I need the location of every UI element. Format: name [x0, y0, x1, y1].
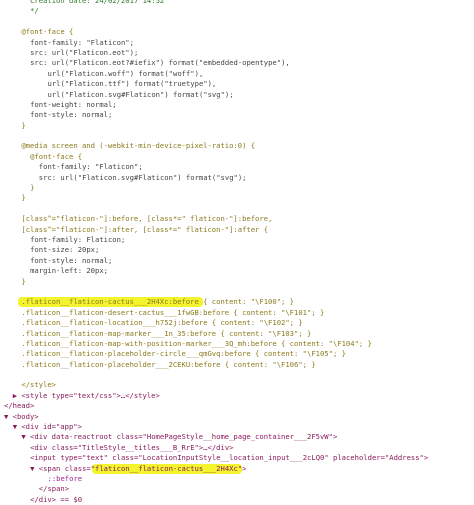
devtools-elements-source: Creation date: 24/02/2017 14:52 */ @font-f…: [0, 0, 474, 505]
code-line[interactable]: font-family: "Flaticon";: [0, 162, 474, 172]
code-line[interactable]: font-family: Flaticon;: [0, 235, 474, 245]
code-line[interactable]: </span>: [0, 484, 474, 494]
code-line[interactable]: [0, 17, 474, 27]
code-line[interactable]: ▼ <div data-reactroot class="HomePageSty…: [0, 432, 474, 442]
code-line-text: */: [30, 6, 39, 16]
code-line[interactable]: font-style: normal;: [0, 256, 474, 266]
code-line[interactable]: [class^="flaticon-"]:before, [class*=" f…: [0, 214, 474, 224]
code-line[interactable]: src: url("Flaticon.eot?#iefix") format("…: [0, 58, 474, 68]
code-line[interactable]: </head>: [0, 401, 474, 411]
code-line[interactable]: .flaticon__flaticon-placeholder___2CEKU:…: [0, 360, 474, 370]
code-line[interactable]: [0, 204, 474, 214]
code-line-text: </style>: [21, 380, 57, 390]
code-line-text: .flaticon__flaticon-placeholder___2CEKU:…: [21, 359, 316, 369]
code-line[interactable]: ::before: [0, 474, 474, 484]
code-line[interactable]: font-weight: normal;: [0, 100, 474, 110]
code-line-text: font-family: "Flaticon";: [30, 37, 134, 47]
code-line[interactable]: @media screen and (-webkit-min-device-pi…: [0, 141, 474, 151]
code-line[interactable]: }: [0, 183, 474, 193]
code-line[interactable]: [0, 287, 474, 297]
code-line-text: .flaticon__flaticon-cactus___2H4Xc:befor…: [21, 297, 295, 307]
code-line-text: ▼ <body>: [4, 411, 39, 421]
code-line[interactable]: }: [0, 193, 474, 203]
code-line[interactable]: @font-face {: [0, 152, 474, 162]
code-line-text: url("Flaticon.ttf") format("truetype"),: [47, 79, 217, 89]
code-line[interactable]: .flaticon__flaticon-map-marker___1n_35:b…: [0, 329, 474, 339]
code-line[interactable]: [class^="flaticon-"]:after, [class*=" fl…: [0, 225, 474, 235]
code-line[interactable]: <input type="text" class="LocationInputS…: [0, 453, 474, 463]
code-line-text: <input type="text" class="LocationInputS…: [30, 453, 429, 463]
code-line[interactable]: [0, 370, 474, 380]
code-line-text: font-family: "Flaticon";: [38, 162, 143, 172]
code-line-text: .flaticon__flaticon-desert-cactus___1fwG…: [21, 307, 325, 317]
code-line-text: ▶ <style type="text/css">…</style>: [12, 390, 160, 400]
code-line-text: url("Flaticon.woff") format("woff"),: [47, 68, 204, 78]
code-line-text: Creation date: 24/02/2017 14:52: [30, 0, 165, 5]
code-line-text: url("Flaticon.svg#Flaticon") format("svg…: [47, 89, 234, 99]
code-line[interactable]: url("Flaticon.woff") format("woff"),: [0, 69, 474, 79]
code-line-text: [class^="flaticon-"]:after, [class*=" fl…: [21, 224, 269, 234]
code-line[interactable]: .flaticon__flaticon-placeholder-circle__…: [0, 349, 474, 359]
code-line-text: src: url("Flaticon.svg#Flaticon") format…: [38, 172, 247, 182]
code-line-text: .flaticon__flaticon-map-marker___1n_35:b…: [21, 328, 312, 338]
code-line[interactable]: <div class="TitleStyle__titles___B_RrE">…: [0, 443, 474, 453]
code-line[interactable]: src: url("Flaticon.eot");: [0, 48, 474, 58]
code-line-text: }: [21, 120, 26, 130]
code-line[interactable]: */: [0, 6, 474, 16]
code-line[interactable]: src: url("Flaticon.svg#Flaticon") format…: [0, 173, 474, 183]
code-line[interactable]: .flaticon__flaticon-map-with-position-ma…: [0, 339, 474, 349]
code-line[interactable]: .flaticon__flaticon-cactus___2H4Xc:befor…: [0, 297, 474, 308]
code-line-text: </span>: [38, 484, 70, 494]
code-line[interactable]: }: [0, 121, 474, 131]
code-line[interactable]: .flaticon__flaticon-location___h752j:bef…: [0, 318, 474, 328]
code-line-text: font-style: normal;: [30, 110, 113, 120]
code-line-text: .flaticon__flaticon-map-with-position-ma…: [21, 338, 372, 348]
code-line-text: ▼ <div id="app">: [12, 422, 82, 432]
code-line[interactable]: font-family: "Flaticon";: [0, 38, 474, 48]
code-line-text: @font-face {: [30, 151, 83, 161]
code-line-text: .flaticon__flaticon-placeholder-circle__…: [21, 349, 346, 359]
code-line[interactable]: ▼ <body>: [0, 412, 474, 422]
code-line-text: ▼ <div data-reactroot class="HomePageSty…: [21, 432, 338, 442]
code-line-text: <div class="TitleStyle__titles___B_RrE">…: [30, 442, 234, 452]
code-line[interactable]: font-size: 20px;: [0, 245, 474, 255]
code-line-text: ▼ <span class="flaticon__flaticon-cactus…: [30, 463, 247, 473]
code-line[interactable]: [0, 131, 474, 141]
code-line-text: font-size: 20px;: [30, 245, 100, 255]
code-line-text: }: [30, 183, 35, 193]
code-line-text: [class^="flaticon-"]:before, [class*=" f…: [21, 214, 273, 224]
code-line[interactable]: margin-left: 20px;: [0, 266, 474, 276]
code-line[interactable]: ▶ <style type="text/css">…</style>: [0, 391, 474, 401]
code-line-text: src: url("Flaticon.eot");: [30, 47, 139, 57]
code-line-text: @font-face {: [21, 27, 74, 37]
code-line-text: margin-left: 20px;: [30, 266, 108, 276]
code-line[interactable]: </div> == $0: [0, 495, 474, 505]
code-line-text: }: [21, 276, 26, 286]
code-line-text: </head>: [4, 401, 35, 411]
code-line-text: ::before: [47, 473, 83, 483]
code-line[interactable]: @font-face {: [0, 27, 474, 37]
code-line[interactable]: url("Flaticon.ttf") format("truetype"),: [0, 79, 474, 89]
code-line[interactable]: ▼ <span class="flaticon__flaticon-cactus…: [0, 463, 474, 474]
code-line[interactable]: url("Flaticon.svg#Flaticon") format("svg…: [0, 90, 474, 100]
code-line[interactable]: .flaticon__flaticon-desert-cactus___1fwG…: [0, 308, 474, 318]
code-line-text: </div> == $0: [30, 494, 83, 504]
code-line-text: }: [21, 193, 26, 203]
code-line-text: font-weight: normal;: [30, 99, 117, 109]
code-line-text: font-family: Flaticon;: [30, 234, 126, 244]
code-line-text: src: url("Flaticon.eot?#iefix") format("…: [30, 58, 290, 68]
code-line[interactable]: }: [0, 277, 474, 287]
code-line-text: @media screen and (-webkit-min-device-pi…: [21, 141, 256, 151]
code-line-text: font-style: normal;: [30, 255, 113, 265]
code-line-text: .flaticon__flaticon-location___h752j:bef…: [21, 318, 303, 328]
code-line[interactable]: </style>: [0, 380, 474, 390]
code-line[interactable]: font-style: normal;: [0, 110, 474, 120]
